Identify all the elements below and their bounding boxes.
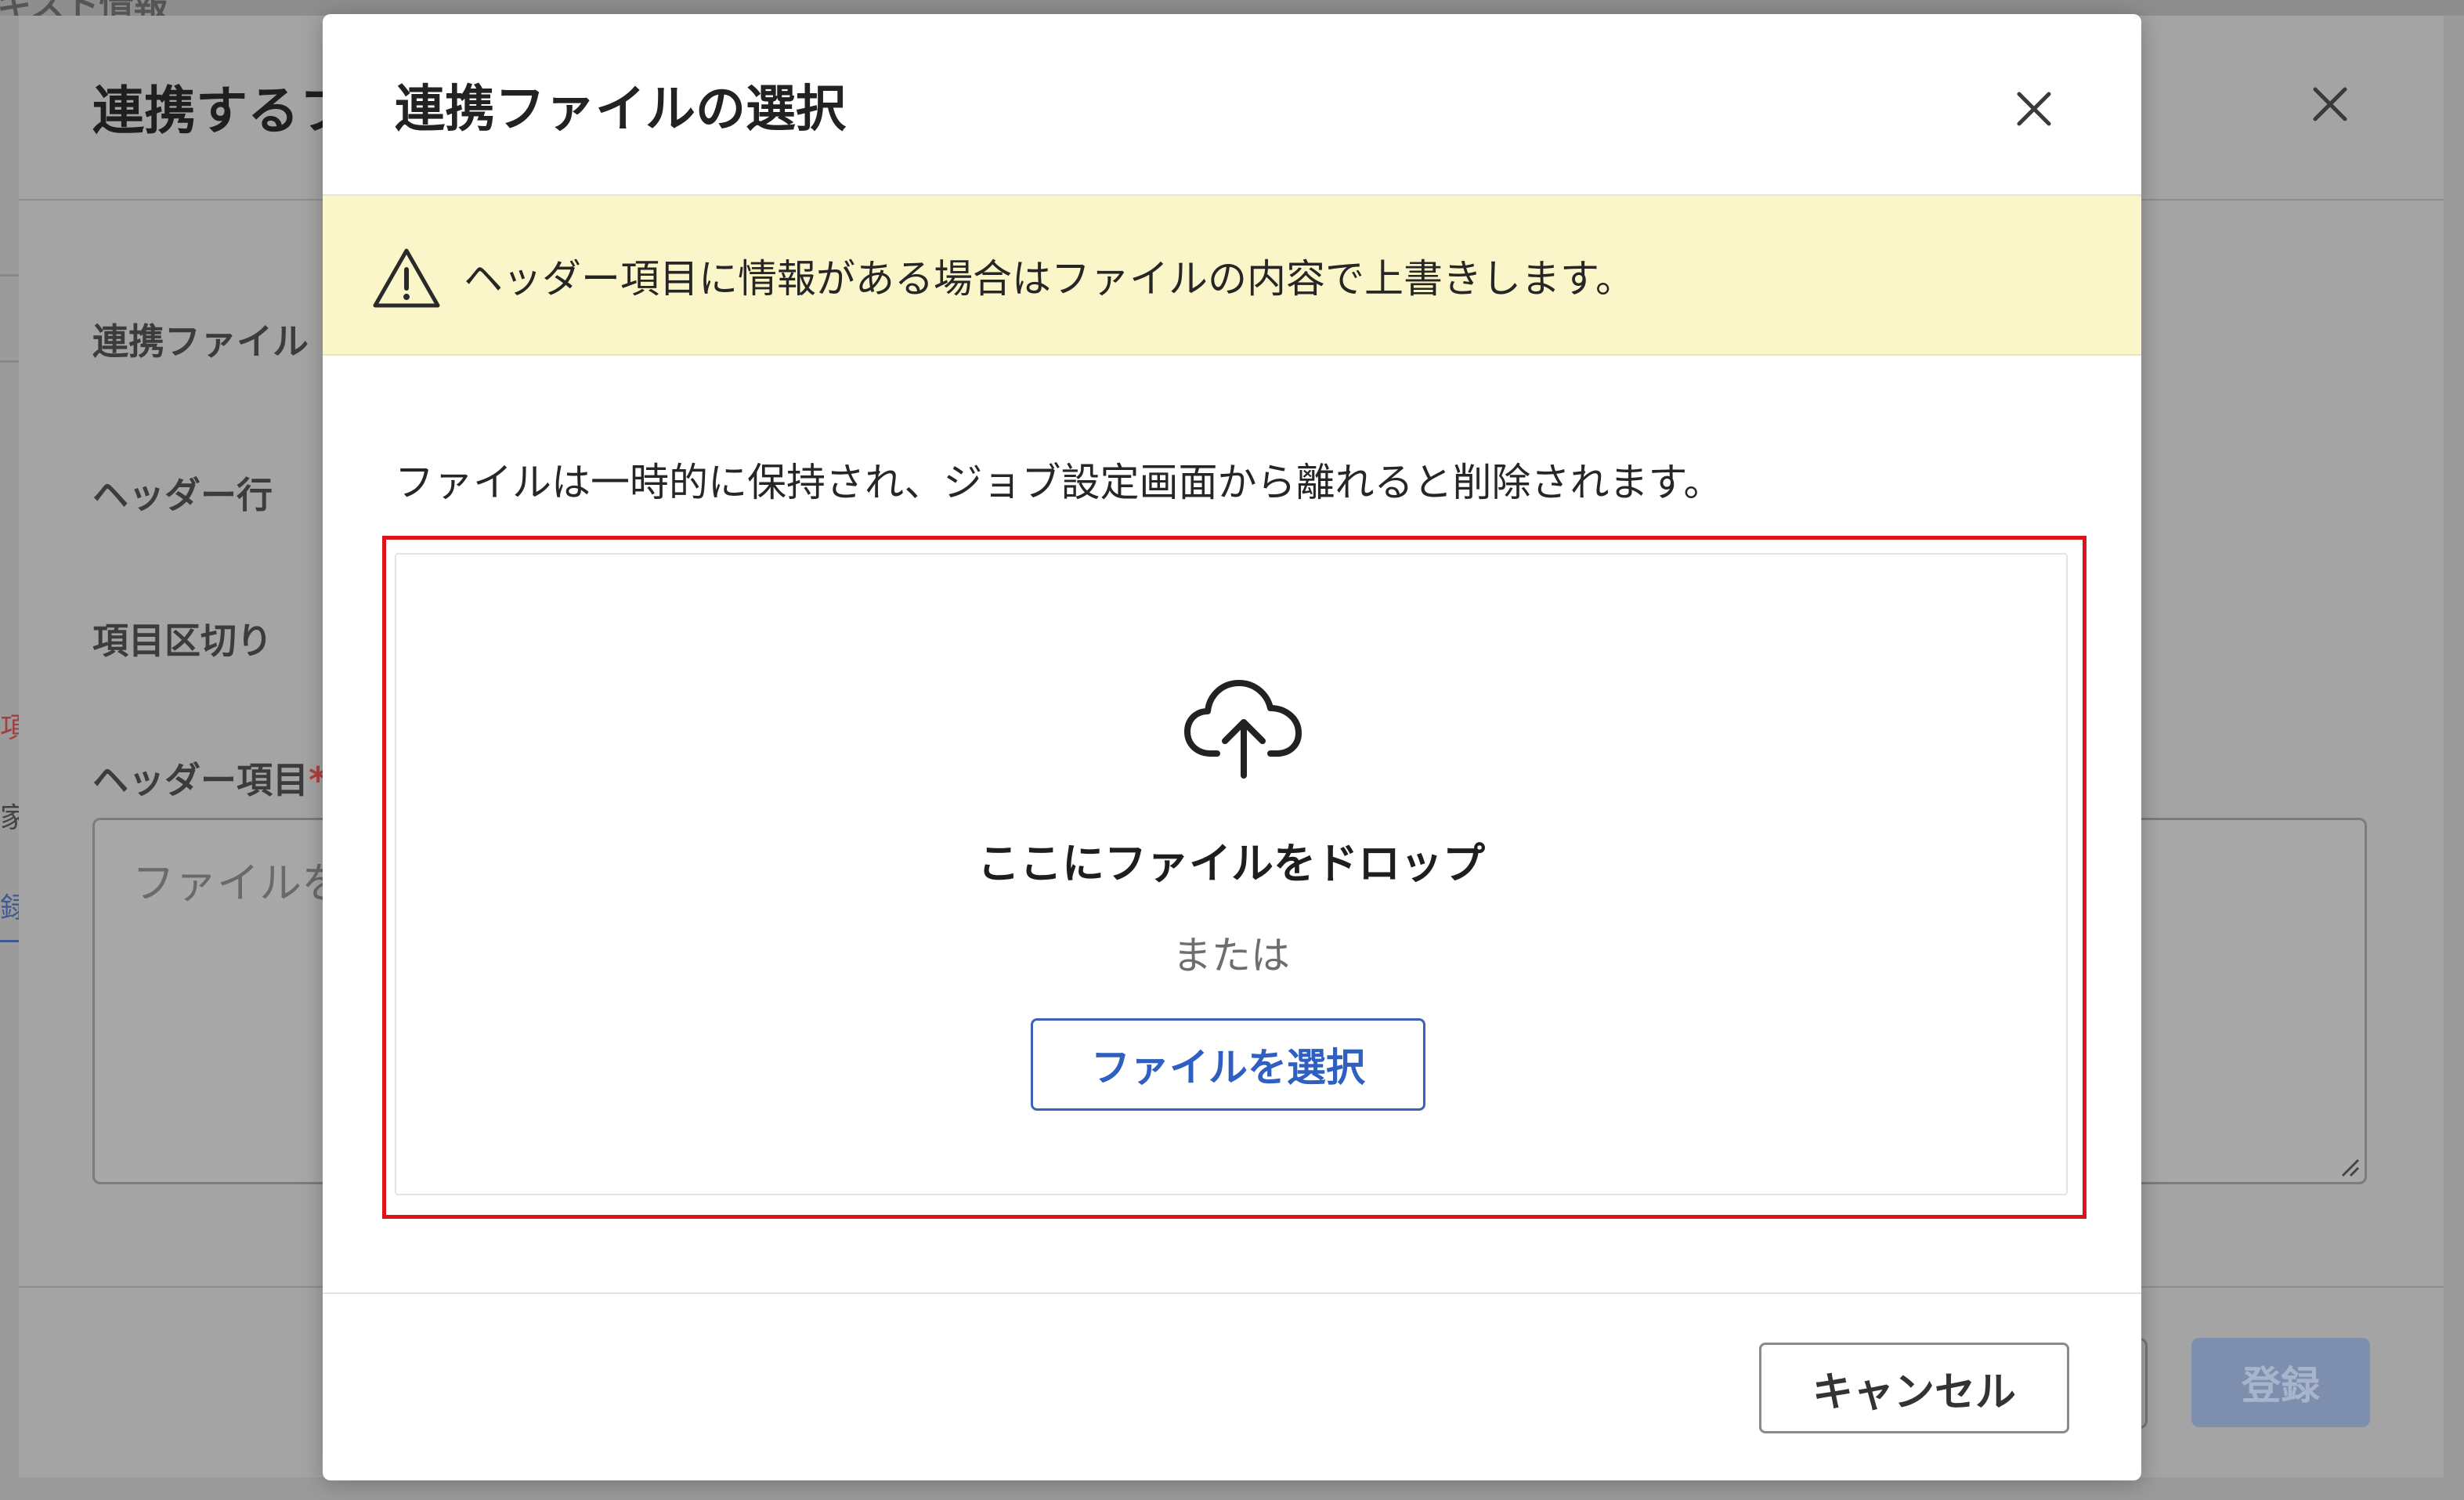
background-close-icon	[2303, 77, 2357, 132]
cancel-button[interactable]: キャンセル	[1759, 1343, 2069, 1433]
file-select-modal: 連携ファイルの選択 ヘッダー項目に情報がある場合はファイルの内容で上書きします。…	[323, 14, 2141, 1480]
background-textarea-placeholder: ファイルを	[132, 858, 344, 908]
info-text: ファイルは一時的に保持され、ジョブ設定画面から離れると削除されます。	[395, 460, 1723, 505]
warning-banner: ヘッダー項目に情報がある場合はファイルの内容で上書きします。	[323, 196, 2141, 356]
background-label-header-items: ヘッダー項目*	[92, 752, 327, 804]
background-top-strip: キスト情報	[0, 0, 2464, 16]
modal-title: 連携ファイルの選択	[395, 81, 846, 139]
warning-triangle-icon	[373, 248, 440, 308]
modal-footer-divider	[323, 1292, 2141, 1294]
background-label-header-items-text: ヘッダー項目	[92, 759, 309, 801]
background-divider	[0, 274, 19, 277]
or-text: または	[1172, 933, 1290, 978]
select-file-button[interactable]: ファイルを選択	[1031, 1018, 1425, 1111]
background-label-header-row: ヘッダー行	[92, 474, 273, 516]
background-top-strip-text: キスト情報	[0, 0, 168, 16]
warning-text: ヘッダー項目に情報がある場合はファイルの内容で上書きします。	[464, 256, 1635, 302]
background-label-item-delimiter: 項目区切り	[92, 620, 273, 662]
background-link-underline	[0, 940, 19, 942]
background-left-stub: 項 家 録	[0, 266, 28, 956]
background-label-linked-file: 連携ファイル	[92, 320, 309, 363]
resize-handle-icon	[2341, 1158, 2360, 1177]
background-divider	[0, 360, 19, 363]
background-register-button: 登録	[2191, 1338, 2370, 1427]
close-icon	[2017, 92, 2051, 126]
file-drop-zone[interactable]: ここにファイルをドロップ または ファイルを選択	[395, 553, 2068, 1195]
cloud-upload-icon	[1184, 680, 1302, 779]
drop-text: ここにファイルをドロップ	[977, 839, 1485, 888]
modal-close-button[interactable]	[2007, 81, 2061, 136]
